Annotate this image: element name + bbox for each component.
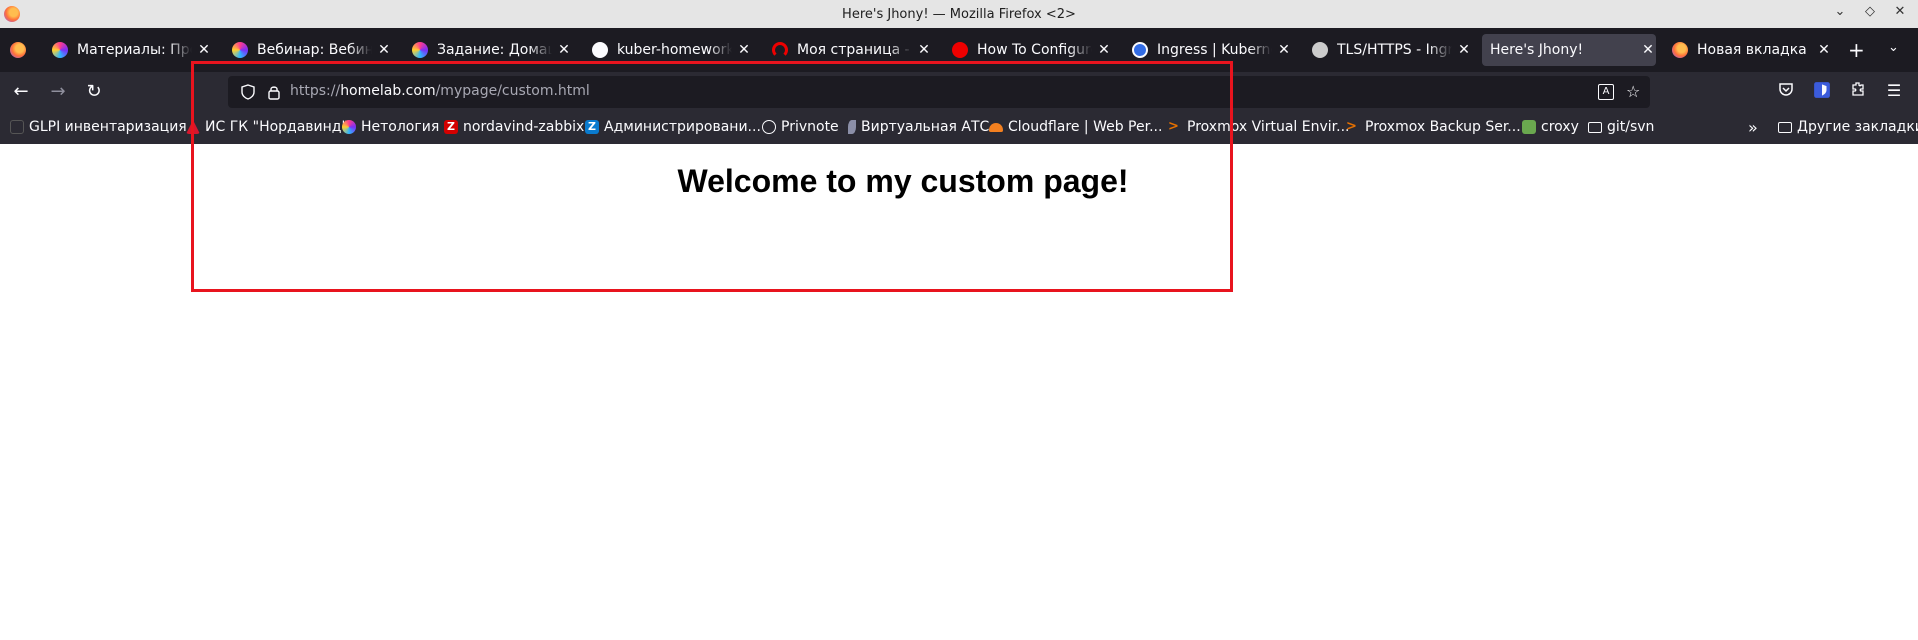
tab[interactable]: Материалы: Презентация ✕ — [44, 34, 212, 66]
tab-label: Here's Jhony! — [1490, 42, 1584, 58]
tab-label: TLS/HTTPS - Ingress — [1337, 42, 1452, 58]
croxy-icon — [1522, 120, 1536, 134]
redhat-icon — [772, 42, 788, 58]
bookmark-item[interactable]: > Proxmox Backup Ser... — [1346, 119, 1521, 135]
netology-icon — [52, 42, 68, 58]
translate-icon[interactable]: A — [1598, 84, 1614, 100]
close-icon[interactable]: ✕ — [736, 42, 752, 58]
tab-active[interactable]: Here's Jhony! ✕ — [1482, 34, 1656, 66]
minimize-icon[interactable]: ⌄ — [1832, 4, 1848, 19]
bookmark-folder[interactable]: git/svn — [1588, 119, 1654, 135]
glpi-icon — [10, 120, 24, 134]
tab[interactable]: Новая вкладка ✕ — [1664, 34, 1832, 66]
close-icon[interactable]: ✕ — [376, 42, 392, 58]
netology-icon — [412, 42, 428, 58]
reload-icon[interactable]: ↻ — [83, 81, 105, 103]
annotation-highlight-box — [191, 61, 1233, 292]
extension-shield-icon[interactable] — [1811, 81, 1833, 103]
close-icon[interactable]: ✕ — [1096, 42, 1112, 58]
github-icon — [592, 42, 608, 58]
close-icon[interactable]: ✕ — [1640, 42, 1656, 58]
tab-label: Вебинар: Вебинар — [257, 42, 372, 58]
firefox-icon — [1672, 42, 1688, 58]
kubernetes-icon — [1132, 42, 1148, 58]
tab-label: Новая вкладка — [1697, 42, 1807, 58]
new-tab-icon[interactable]: + — [1848, 40, 1865, 60]
tab-label: Ingress | Kubernetes — [1157, 42, 1272, 58]
proxmox-icon: > — [1346, 119, 1357, 134]
bookmark-star-icon[interactable]: ☆ — [1626, 82, 1640, 101]
tab-label: How To Configure Ingress — [977, 42, 1092, 58]
other-bookmarks-label: Другие закладки — [1797, 119, 1918, 135]
folder-icon — [1778, 121, 1792, 133]
bookmark-label: git/svn — [1607, 119, 1655, 135]
nginx-icon — [1312, 42, 1328, 58]
bookmark-item[interactable]: GLPI инвентаризация — [10, 119, 187, 135]
firefox-icon — [4, 6, 20, 22]
extensions-icon[interactable] — [1847, 81, 1869, 101]
other-bookmarks-folder[interactable]: Другие закладки — [1778, 119, 1918, 135]
tab-label: kuber-homeworks/ — [617, 42, 732, 58]
bookmark-label: Proxmox Backup Ser... — [1365, 119, 1521, 135]
close-icon[interactable]: ✕ — [1816, 42, 1832, 58]
close-icon[interactable]: ✕ — [1456, 42, 1472, 58]
bookmark-item[interactable]: croxy — [1522, 119, 1579, 135]
chevron-double-right-icon[interactable]: » — [1748, 118, 1758, 137]
bookmark-label: GLPI инвентаризация — [29, 119, 187, 135]
pocket-icon[interactable] — [1775, 81, 1797, 101]
tab[interactable]: TLS/HTTPS - Ingress ✕ — [1304, 34, 1472, 66]
window-titlebar: Here's Jhony! — Mozilla Firefox <2> ⌄ ◇ … — [0, 0, 1918, 28]
back-icon[interactable]: ← — [10, 81, 32, 103]
redhat-icon — [952, 42, 968, 58]
bookmark-label: croxy — [1541, 119, 1579, 135]
close-icon[interactable]: ✕ — [916, 42, 932, 58]
window-controls: ⌄ ◇ ✕ — [1832, 4, 1908, 19]
close-icon[interactable]: ✕ — [1276, 42, 1292, 58]
close-window-icon[interactable]: ✕ — [1892, 4, 1908, 19]
close-icon[interactable]: ✕ — [556, 42, 572, 58]
netology-icon — [232, 42, 248, 58]
forward-icon[interactable]: → — [47, 81, 69, 103]
close-icon[interactable]: ✕ — [196, 42, 212, 58]
tab-label: Моя страница - Информация — [797, 42, 912, 58]
firefox-view-icon[interactable] — [10, 42, 26, 58]
folder-icon — [1588, 121, 1602, 133]
tab-label: Материалы: Презентация — [77, 42, 192, 58]
maximize-icon[interactable]: ◇ — [1862, 4, 1878, 19]
chevron-down-icon[interactable]: ⌄ — [1888, 40, 1899, 55]
tab-label: Задание: Домашнее — [437, 42, 552, 58]
window-title: Here's Jhony! — Mozilla Firefox <2> — [842, 6, 1076, 22]
hamburger-menu-icon[interactable]: ☰ — [1883, 81, 1905, 100]
